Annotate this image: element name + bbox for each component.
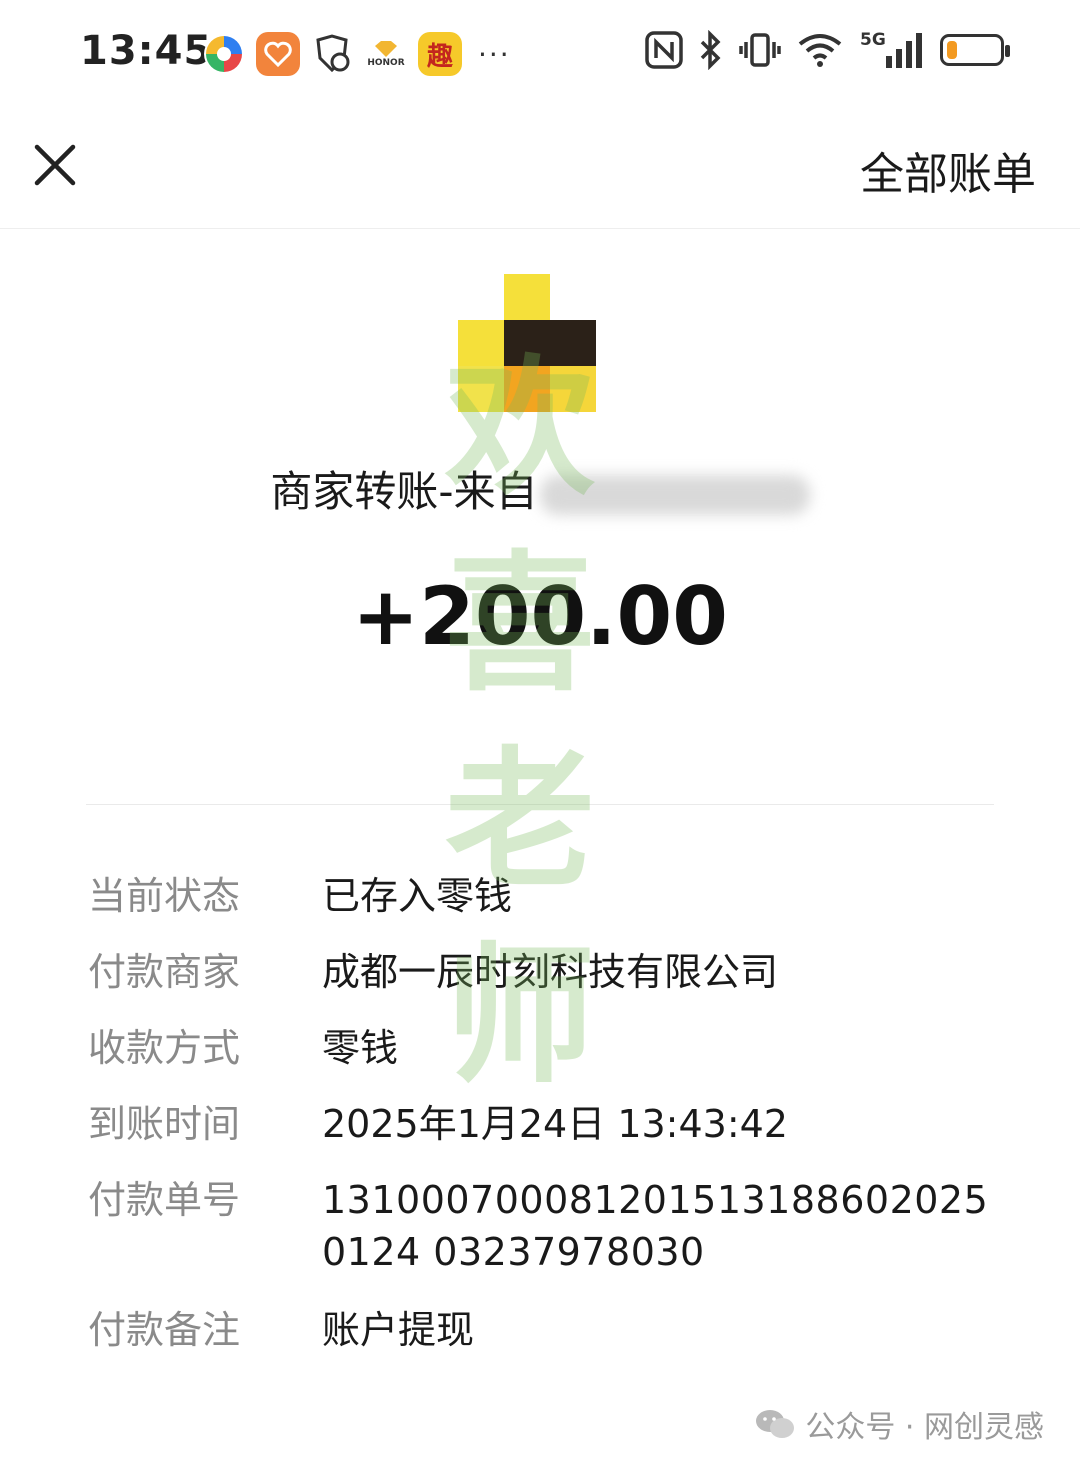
wifi-icon bbox=[798, 34, 842, 67]
time-label: 到账时间 bbox=[88, 1102, 241, 1146]
divider bbox=[86, 804, 994, 805]
merchant-logo bbox=[458, 274, 596, 412]
footer-attribution: 公众号 · 网创灵感 bbox=[755, 1402, 1044, 1446]
bluetooth-icon bbox=[700, 30, 721, 70]
honor-icon: HONOR bbox=[364, 32, 408, 76]
wechat-icon bbox=[756, 1410, 795, 1438]
footer-text: 公众号 · 网创灵感 bbox=[805, 1410, 1044, 1445]
transfer-amount: +200.00 bbox=[352, 570, 728, 663]
signal-icon: 5G bbox=[860, 30, 926, 70]
order-value: 1310007000812015131886020250124 03237978… bbox=[322, 1178, 989, 1274]
detail-row-time: 到账时间 2025年1月24日 13:43:42 bbox=[88, 1098, 788, 1150]
detail-row-status: 当前状态 已存入零钱 bbox=[88, 870, 512, 922]
detail-row-method: 收款方式 零钱 bbox=[88, 1022, 398, 1074]
nfc-icon bbox=[645, 31, 683, 69]
pinwheel-app-icon bbox=[204, 34, 244, 74]
more-dots-icon: ··· bbox=[478, 37, 511, 71]
detail-row-order: 付款单号 1310007000812015131886020250124 032… bbox=[88, 1174, 990, 1278]
vibrate-icon bbox=[739, 33, 781, 67]
close-icon bbox=[34, 144, 76, 186]
heart-app-icon bbox=[256, 32, 300, 76]
close-button[interactable] bbox=[30, 140, 80, 190]
payer-value: 成都一辰时刻科技有限公司 bbox=[322, 950, 779, 994]
note-label: 付款备注 bbox=[88, 1308, 241, 1352]
method-label: 收款方式 bbox=[88, 1026, 241, 1070]
status-label: 当前状态 bbox=[88, 874, 241, 918]
status-value: 已存入零钱 bbox=[322, 874, 513, 918]
qu-app-icon: 趣 bbox=[418, 32, 462, 76]
battery-level bbox=[947, 41, 957, 59]
detail-row-note: 付款备注 账户提现 bbox=[88, 1304, 474, 1356]
method-value: 零钱 bbox=[322, 1026, 399, 1070]
note-value: 账户提现 bbox=[322, 1308, 475, 1352]
merchant-title: 商家转账-来自 bbox=[0, 458, 1080, 519]
time-value: 2025年1月24日 13:43:42 bbox=[322, 1102, 788, 1146]
shield-icon bbox=[316, 34, 350, 73]
top-nav-bar: 全部账单 bbox=[0, 110, 1080, 229]
notification-icons: HONOR 趣 ··· bbox=[202, 32, 511, 76]
blurred-merchant-name bbox=[539, 474, 810, 515]
battery-icon bbox=[940, 34, 1010, 66]
merchant-title-text: 商家转账-来自 bbox=[270, 467, 538, 516]
status-bar: 13:45 HONOR 趣 ··· 5G bbox=[0, 0, 1080, 110]
system-icons: 5G bbox=[644, 30, 1010, 70]
all-bills-link[interactable]: 全部账单 bbox=[860, 138, 1036, 202]
detail-row-payer: 付款商家 成都一辰时刻科技有限公司 bbox=[88, 946, 778, 998]
status-time: 13:45 bbox=[80, 28, 213, 74]
order-label: 付款单号 bbox=[88, 1178, 241, 1222]
payer-label: 付款商家 bbox=[88, 950, 241, 994]
